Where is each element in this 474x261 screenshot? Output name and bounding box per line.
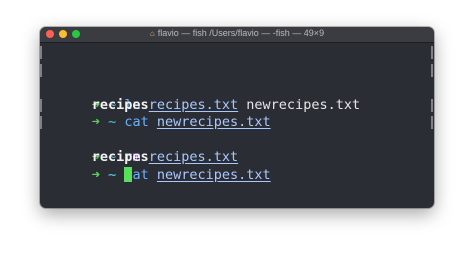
line-marker-right xyxy=(431,63,433,77)
title-bar[interactable]: ⌂ flavio — fish /Users/flavio — -fish — 4… xyxy=(40,27,434,43)
terminal-output: recipes xyxy=(43,79,430,113)
command-arg: newrecipes.txt xyxy=(156,166,271,183)
terminal-line: ➜ ~ ln recipes.txt newrecipes.txt xyxy=(40,44,433,113)
terminal-content[interactable]: ➜ ~ ln recipes.txt newrecipes.txt ➜ ~ ca… xyxy=(40,43,434,208)
prompt-arrow: ➜ xyxy=(91,166,100,183)
terminal-window: ⌂ flavio — fish /Users/flavio — -fish — 4… xyxy=(40,27,434,208)
line-marker xyxy=(40,116,42,129)
line-marker-right xyxy=(431,116,433,129)
line-marker-right xyxy=(431,98,433,112)
terminal-line: ➜ ~ cat newrecipes.txt xyxy=(40,114,433,183)
terminal-line: ➜ ~ cat newrecipes.txt xyxy=(40,62,433,130)
terminal-line: ➜ ~ rm recipes.txt xyxy=(40,97,433,165)
home-icon: ⌂ xyxy=(149,29,155,38)
line-marker xyxy=(40,63,42,77)
terminal-line: ➜ ~ xyxy=(43,149,430,183)
text-cursor xyxy=(124,166,133,182)
window-title-text: flavio — fish /Users/flavio — -fish — 49… xyxy=(157,28,325,38)
line-marker xyxy=(40,46,42,59)
line-marker-right xyxy=(431,46,433,59)
line-marker xyxy=(40,98,42,112)
terminal-output: recipes xyxy=(43,132,430,165)
prompt-cwd: ~ xyxy=(108,166,117,183)
window-title: ⌂ flavio — fish /Users/flavio — -fish — 4… xyxy=(40,28,434,38)
